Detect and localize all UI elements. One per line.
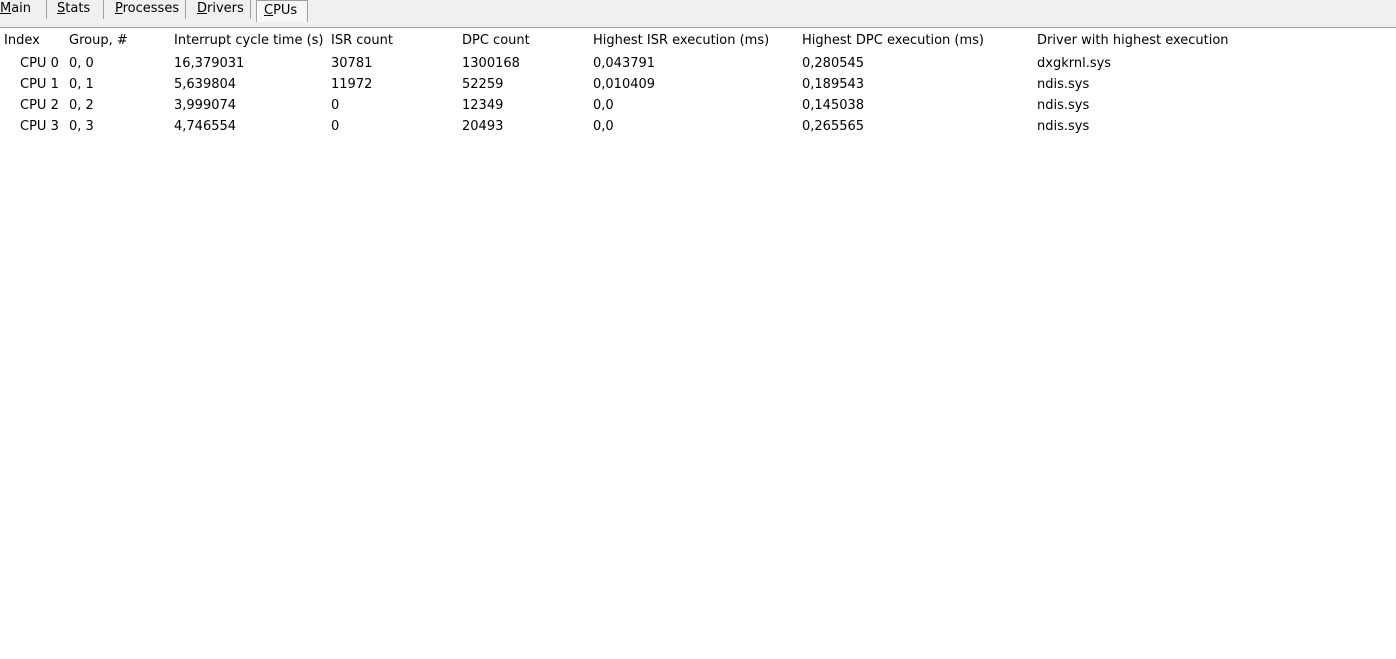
column-header-group[interactable]: Group, # xyxy=(69,28,128,53)
cell-highest-dpc-execution: 0,265565 xyxy=(802,119,865,134)
cell-driver: ndis.sys xyxy=(1037,119,1090,134)
cell-index: CPU 1 xyxy=(20,77,59,92)
cell-driver: ndis.sys xyxy=(1037,77,1090,92)
cpu-table: Index Group, # Interrupt cycle time (s) … xyxy=(0,28,1396,659)
cell-index: CPU 2 xyxy=(20,98,59,113)
tab-bar: Main Stats Processes Drivers CPUs xyxy=(0,0,1396,28)
cell-dpc-count: 12349 xyxy=(462,98,504,113)
column-header-highest-isr-execution[interactable]: Highest ISR execution (ms) xyxy=(593,28,769,53)
tab-main[interactable]: Main xyxy=(0,0,47,19)
cell-highest-isr-execution: 0,0 xyxy=(593,98,614,113)
tab-processes-label: Processes xyxy=(115,1,180,16)
cell-group: 0, 0 xyxy=(69,56,94,71)
cell-dpc-count: 1300168 xyxy=(462,56,520,71)
cell-interrupt-cycle-time: 16,379031 xyxy=(174,56,245,71)
cell-interrupt-cycle-time: 5,639804 xyxy=(174,77,237,92)
cell-highest-isr-execution: 0,043791 xyxy=(593,56,656,71)
column-header-index[interactable]: Index xyxy=(4,28,40,53)
column-header-driver-with-highest-execution[interactable]: Driver with highest execution xyxy=(1037,28,1229,53)
cell-interrupt-cycle-time: 4,746554 xyxy=(174,119,237,134)
cell-group: 0, 2 xyxy=(69,98,94,113)
cell-dpc-count: 52259 xyxy=(462,77,504,92)
cell-highest-dpc-execution: 0,189543 xyxy=(802,77,865,92)
table-row[interactable]: CPU 3 0, 3 4,746554 0 20493 0,0 0,265565… xyxy=(0,116,1396,137)
cell-highest-isr-execution: 0,010409 xyxy=(593,77,656,92)
cell-isr-count: 11972 xyxy=(331,77,373,92)
tab-drivers-label: Drivers xyxy=(197,1,244,16)
tab-main-label: Main xyxy=(0,1,32,16)
cell-driver: ndis.sys xyxy=(1037,98,1090,113)
column-header-highest-dpc-execution[interactable]: Highest DPC execution (ms) xyxy=(802,28,984,53)
cell-dpc-count: 20493 xyxy=(462,119,504,134)
column-header-dpc-count[interactable]: DPC count xyxy=(462,28,530,53)
cell-group: 0, 1 xyxy=(69,77,94,92)
tab-processes[interactable]: Processes xyxy=(104,0,186,19)
table-row[interactable]: CPU 2 0, 2 3,999074 0 12349 0,0 0,145038… xyxy=(0,95,1396,116)
cell-driver: dxgkrnl.sys xyxy=(1037,56,1112,71)
tab-cpus[interactable]: CPUs xyxy=(256,0,308,22)
column-header-interrupt-cycle-time[interactable]: Interrupt cycle time (s) xyxy=(174,28,324,53)
table-row[interactable]: CPU 0 0, 0 16,379031 30781 1300168 0,043… xyxy=(0,53,1396,74)
cell-highest-isr-execution: 0,0 xyxy=(593,119,614,134)
cell-isr-count: 0 xyxy=(331,98,340,113)
cell-highest-dpc-execution: 0,145038 xyxy=(802,98,865,113)
tab-drivers[interactable]: Drivers xyxy=(186,0,251,19)
cell-isr-count: 30781 xyxy=(331,56,373,71)
cell-highest-dpc-execution: 0,280545 xyxy=(802,56,865,71)
column-header-isr-count[interactable]: ISR count xyxy=(331,28,393,53)
cell-group: 0, 3 xyxy=(69,119,94,134)
cell-isr-count: 0 xyxy=(331,119,340,134)
table-row[interactable]: CPU 1 0, 1 5,639804 11972 52259 0,010409… xyxy=(0,74,1396,95)
tab-stats[interactable]: Stats xyxy=(47,0,104,19)
cell-index: CPU 3 xyxy=(20,119,59,134)
cell-index: CPU 0 xyxy=(20,56,59,71)
tab-cpus-label: CPUs xyxy=(264,3,298,18)
cell-interrupt-cycle-time: 3,999074 xyxy=(174,98,237,113)
tab-stats-label: Stats xyxy=(57,1,91,16)
